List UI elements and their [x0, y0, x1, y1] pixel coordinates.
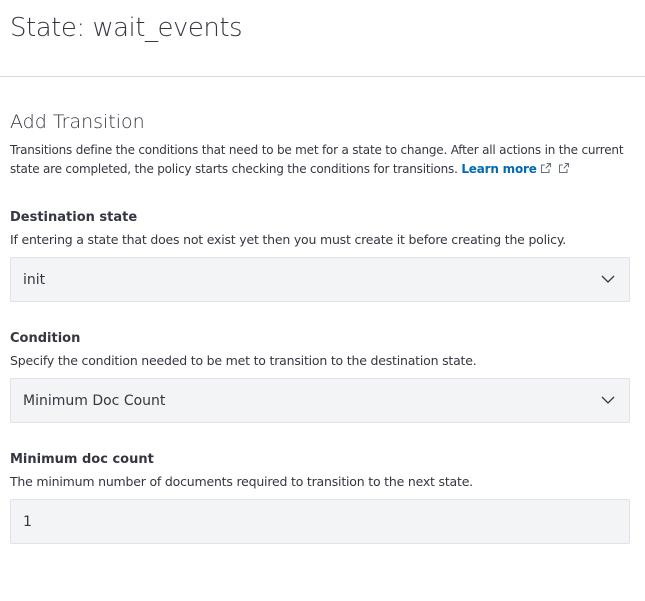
min-doc-count-value: 1	[23, 513, 32, 530]
page-header: State: wait_events	[0, 0, 645, 77]
destination-state-help: If entering a state that does not exist …	[10, 232, 567, 247]
add-transition-section: Add Transition Transitions define the co…	[0, 77, 645, 544]
destination-state-value: init	[23, 271, 46, 288]
condition-field: Condition Specify the condition needed t…	[10, 330, 635, 423]
section-description: Transitions define the conditions that n…	[10, 141, 635, 179]
page-title: State: wait_events	[10, 13, 243, 43]
destination-state-label: Destination state	[10, 210, 138, 225]
external-link-icon	[540, 162, 551, 174]
chevron-down-icon	[601, 396, 615, 404]
min-doc-count-label: Minimum doc count	[10, 452, 154, 467]
external-link-icon[interactable]	[558, 162, 570, 174]
learn-more-link[interactable]: Learn more	[461, 162, 551, 176]
min-doc-count-field: Minimum doc count The minimum number of …	[10, 451, 635, 544]
chevron-down-icon	[601, 275, 615, 283]
condition-select[interactable]: Minimum Doc Count	[10, 378, 630, 423]
min-doc-count-help: The minimum number of documents required…	[10, 474, 473, 489]
condition-help: Specify the condition needed to be met t…	[10, 353, 477, 368]
learn-more-label: Learn more	[461, 162, 537, 176]
destination-state-select[interactable]: init	[10, 257, 630, 302]
transition-panel: State: wait_events Add Transition Transi…	[0, 0, 645, 601]
destination-state-field: Destination state If entering a state th…	[10, 209, 635, 302]
condition-label: Condition	[10, 331, 81, 346]
section-title: Add Transition	[10, 111, 145, 133]
condition-value: Minimum Doc Count	[23, 392, 166, 409]
min-doc-count-input[interactable]: 1	[10, 499, 630, 544]
